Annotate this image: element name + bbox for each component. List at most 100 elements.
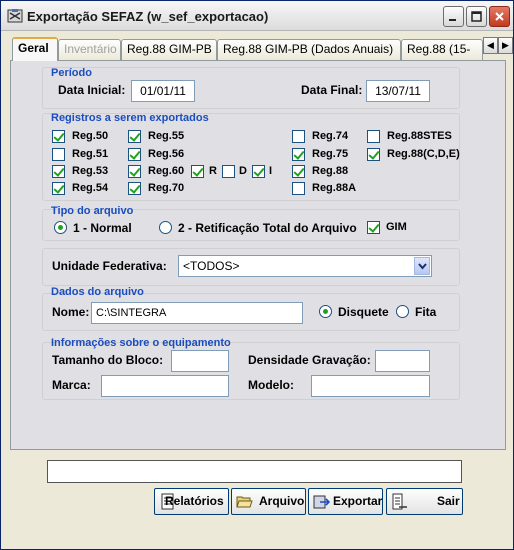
checkbox-reg74-label: Reg.74: [312, 130, 349, 142]
checkbox-reg88-label: Reg.88: [312, 165, 349, 177]
checkbox-reg54[interactable]: [52, 182, 65, 195]
tab-strip: Geral Inventário Reg.88 GIM-PB Reg.88 GI…: [10, 37, 513, 61]
arquivo-button-label: Arquivo: [259, 494, 305, 508]
checkbox-reg50[interactable]: [52, 130, 65, 143]
chevron-down-icon: [418, 263, 427, 270]
group-title-tipo-arquivo: Tipo do arquivo: [51, 205, 134, 217]
checkbox-reg51-label: Reg.51: [72, 148, 109, 160]
group-title-dados-arquivo: Dados do arquivo: [51, 286, 144, 298]
data-final-label: Data Final:: [301, 83, 363, 97]
checkbox-reg88cde[interactable]: [367, 148, 380, 161]
checkbox-reg70[interactable]: [128, 182, 141, 195]
minimize-button[interactable]: [443, 6, 464, 27]
tab-scroll-left-icon[interactable]: ◀: [483, 37, 498, 54]
arquivo-button[interactable]: Arquivo: [231, 488, 306, 515]
radio-normal-label: 1 - Normal: [73, 221, 132, 235]
checkbox-reg60-r-label: R: [209, 165, 217, 177]
checkbox-reg53[interactable]: [52, 165, 65, 178]
data-final-input[interactable]: 13/07/11: [366, 80, 430, 102]
close-icon: [495, 12, 504, 21]
checkbox-reg60[interactable]: [128, 165, 141, 178]
unidade-federativa-label: Unidade Federativa:: [52, 259, 167, 273]
maximize-icon: [471, 11, 482, 22]
checkbox-reg75[interactable]: [292, 148, 305, 161]
marca-input[interactable]: [101, 375, 229, 397]
checkbox-reg60-i[interactable]: [252, 165, 265, 178]
tab-geral[interactable]: Geral: [12, 37, 58, 61]
checkbox-reg75-label: Reg.75: [312, 148, 349, 160]
radio-disquete-label: Disquete: [338, 305, 389, 319]
export-window: Exportação SEFAZ (w_sef_exportacao) Gera…: [0, 0, 514, 550]
densidade-gravacao-label: Densidade Gravação:: [248, 353, 371, 367]
maximize-button[interactable]: [466, 6, 487, 27]
folder-open-icon: [236, 496, 253, 508]
group-title-equipamento: Informações sobre o equipamento: [51, 337, 231, 349]
checkbox-reg54-label: Reg.54: [72, 182, 109, 194]
minimize-icon: [449, 19, 456, 21]
checkbox-reg88stes-label: Reg.88STES: [387, 130, 452, 142]
radio-fita-label: Fita: [415, 305, 437, 319]
radio-retificacao[interactable]: [159, 221, 172, 234]
checkbox-reg55-label: Reg.55: [148, 130, 185, 142]
checkbox-reg60-r[interactable]: [191, 165, 204, 178]
checkbox-reg74[interactable]: [292, 130, 305, 143]
group-title-registros: Registros a serem exportados: [51, 112, 209, 124]
exportar-button-label: Exportar: [333, 494, 383, 508]
relatorios-button-label: Relatórios: [165, 494, 224, 508]
app-icon: [7, 9, 23, 23]
exit-icon: [392, 493, 407, 510]
nome-label: Nome:: [52, 305, 90, 319]
sair-button[interactable]: Sair: [386, 488, 463, 515]
tab-inventario[interactable]: Inventário: [58, 39, 121, 60]
checkbox-reg88a-label: Reg.88A: [312, 182, 357, 194]
group-title-periodo: Período: [51, 67, 92, 79]
unidade-federativa-select[interactable]: <TODOS>: [178, 255, 432, 277]
checkbox-reg50-label: Reg.50: [72, 130, 109, 142]
checkbox-reg60-d[interactable]: [222, 165, 235, 178]
modelo-label: Modelo:: [248, 378, 294, 392]
close-button[interactable]: [489, 6, 510, 27]
title-bar[interactable]: Exportação SEFAZ (w_sef_exportacao): [1, 1, 513, 31]
checkbox-reg53-label: Reg.53: [72, 165, 109, 177]
tamanho-bloco-input[interactable]: [171, 350, 229, 372]
checkbox-reg60-label: Reg.60: [148, 165, 185, 177]
checkbox-reg56-label: Reg.56: [148, 148, 185, 160]
radio-fita[interactable]: [396, 305, 409, 318]
checkbox-gim[interactable]: [367, 221, 380, 234]
tab-reg88-15[interactable]: Reg.88 (15-: [401, 39, 483, 60]
tab-scroll-right-icon[interactable]: ▶: [498, 37, 513, 54]
radio-retificacao-label: 2 - Retificação Total do Arquivo: [178, 221, 357, 235]
radio-normal[interactable]: [54, 221, 67, 234]
tab-panel-geral: Período Data Inicial: 01/01/11 Data Fina…: [10, 60, 506, 450]
data-inicial-input[interactable]: 01/01/11: [131, 80, 195, 102]
checkbox-reg51[interactable]: [52, 148, 65, 161]
radio-disquete[interactable]: [319, 305, 332, 318]
checkbox-reg88[interactable]: [292, 165, 305, 178]
checkbox-reg60-i-label: I: [269, 165, 273, 177]
dropdown-button[interactable]: [414, 257, 430, 275]
status-field: [47, 460, 462, 483]
exportar-button[interactable]: Exportar: [308, 488, 383, 515]
modelo-input[interactable]: [311, 375, 430, 397]
checkbox-gim-label: GIM: [386, 221, 407, 233]
export-icon: [313, 495, 330, 509]
checkbox-reg88cde-label: Reg.88(C,D,E): [387, 148, 460, 160]
tab-reg88-gim-pb[interactable]: Reg.88 GIM-PB: [121, 39, 217, 60]
tab-reg88-gim-pb-anuais[interactable]: Reg.88 GIM-PB (Dados Anuais): [217, 39, 401, 60]
marca-label: Marca:: [52, 378, 91, 392]
data-inicial-label: Data Inicial:: [58, 83, 126, 97]
checkbox-reg55[interactable]: [128, 130, 141, 143]
sair-button-label: Sair: [437, 494, 460, 508]
tab-scroll-arrows: ◀ ▶: [483, 37, 513, 55]
unidade-federativa-value: <TODOS>: [183, 259, 240, 273]
checkbox-reg88stes[interactable]: [367, 130, 380, 143]
densidade-gravacao-input[interactable]: [375, 350, 430, 372]
checkbox-reg60-d-label: D: [239, 165, 247, 177]
checkbox-reg88a[interactable]: [292, 182, 305, 195]
checkbox-reg56[interactable]: [128, 148, 141, 161]
relatorios-button[interactable]: Relatórios: [154, 488, 229, 515]
nome-input[interactable]: C:\SINTEGRA: [91, 302, 303, 324]
window-title: Exportação SEFAZ (w_sef_exportacao): [27, 9, 269, 24]
checkbox-reg70-label: Reg.70: [148, 182, 185, 194]
tamanho-bloco-label: Tamanho do Bloco:: [52, 353, 164, 367]
